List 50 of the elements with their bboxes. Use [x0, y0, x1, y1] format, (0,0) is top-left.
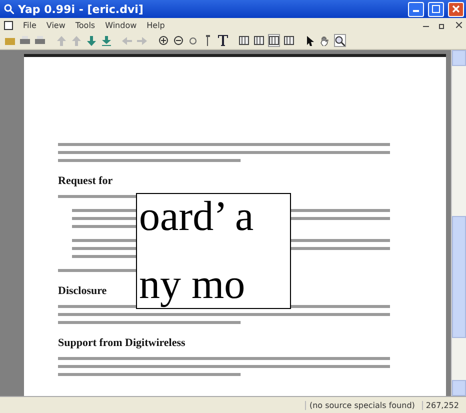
page-layout-icon — [239, 36, 249, 45]
printer-icon — [20, 36, 30, 45]
magnified-text: ny mo — [139, 262, 246, 308]
menu-item[interactable]: Window — [105, 20, 137, 30]
toolbar-button[interactable] — [268, 34, 280, 47]
close-icon[interactable] — [456, 22, 462, 28]
scrollbar[interactable] — [451, 50, 466, 396]
menu-item[interactable]: View — [46, 20, 66, 30]
close-icon — [452, 5, 460, 13]
restore-icon[interactable] — [439, 22, 446, 28]
zoom-out-icon — [174, 36, 182, 45]
maximize-button[interactable] — [428, 2, 444, 16]
toolbar-button[interactable] — [334, 34, 346, 47]
left-arrow-icon — [122, 36, 132, 44]
page-layout-icon — [284, 36, 294, 45]
page-layout-icon — [254, 36, 264, 45]
app-icon — [4, 4, 14, 14]
section-heading: Request for — [58, 175, 113, 187]
folder-icon — [5, 36, 15, 45]
right-arrow-icon — [137, 36, 147, 44]
close-button[interactable] — [448, 2, 464, 16]
magnified-text: oard’ a — [139, 194, 254, 240]
zoom-in-icon — [158, 36, 168, 45]
toolbar-button[interactable] — [283, 34, 295, 47]
cursor-position: 267,252 — [422, 400, 462, 410]
down-arrow-icon — [102, 36, 110, 46]
status-message: (no source specials found) — [305, 400, 418, 410]
page-layout-icon — [269, 36, 279, 45]
toolbar-button[interactable] — [157, 34, 169, 47]
font-icon — [218, 35, 228, 46]
pointer-icon — [306, 36, 314, 46]
menu-item[interactable]: Tools — [75, 20, 96, 30]
toolbar-button[interactable] — [253, 34, 265, 47]
window-title: Yap 0.99i - [eric.dvi] — [18, 2, 144, 16]
menu-item[interactable]: Help — [146, 20, 165, 30]
toolbar-button[interactable] — [217, 34, 229, 47]
document-icon — [4, 20, 13, 30]
toolbar-button[interactable] — [319, 34, 331, 47]
maximize-icon — [432, 5, 440, 13]
toolbar-button[interactable] — [238, 34, 250, 47]
magnifier-icon — [335, 36, 345, 46]
section-heading: Support from Digitwireless — [58, 337, 186, 349]
hand-icon — [320, 36, 330, 46]
section-heading: Disclosure — [58, 285, 107, 297]
minimize-button[interactable] — [408, 2, 424, 16]
toolbar-button[interactable] — [304, 34, 316, 47]
menu-item[interactable]: File — [23, 20, 36, 30]
printer-icon — [35, 36, 45, 45]
toolbar-button[interactable] — [172, 34, 184, 47]
down-arrow-icon — [86, 36, 96, 46]
